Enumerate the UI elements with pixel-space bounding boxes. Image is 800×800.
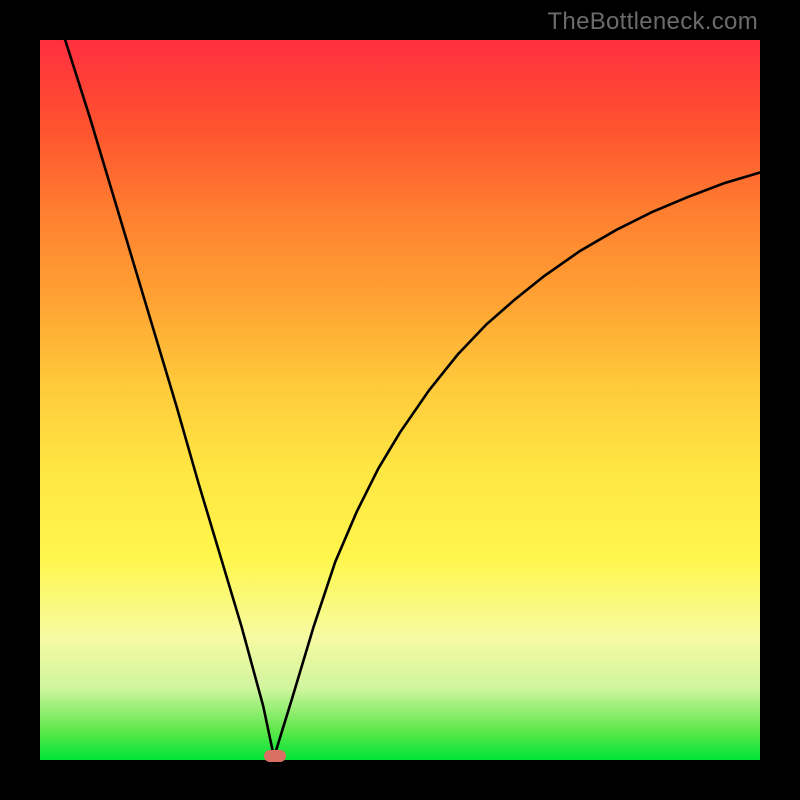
chart-frame: TheBottleneck.com [0, 0, 800, 800]
gradient-plot-area [40, 40, 760, 760]
vertex-marker [264, 750, 286, 762]
watermark-text: TheBottleneck.com [547, 8, 758, 36]
